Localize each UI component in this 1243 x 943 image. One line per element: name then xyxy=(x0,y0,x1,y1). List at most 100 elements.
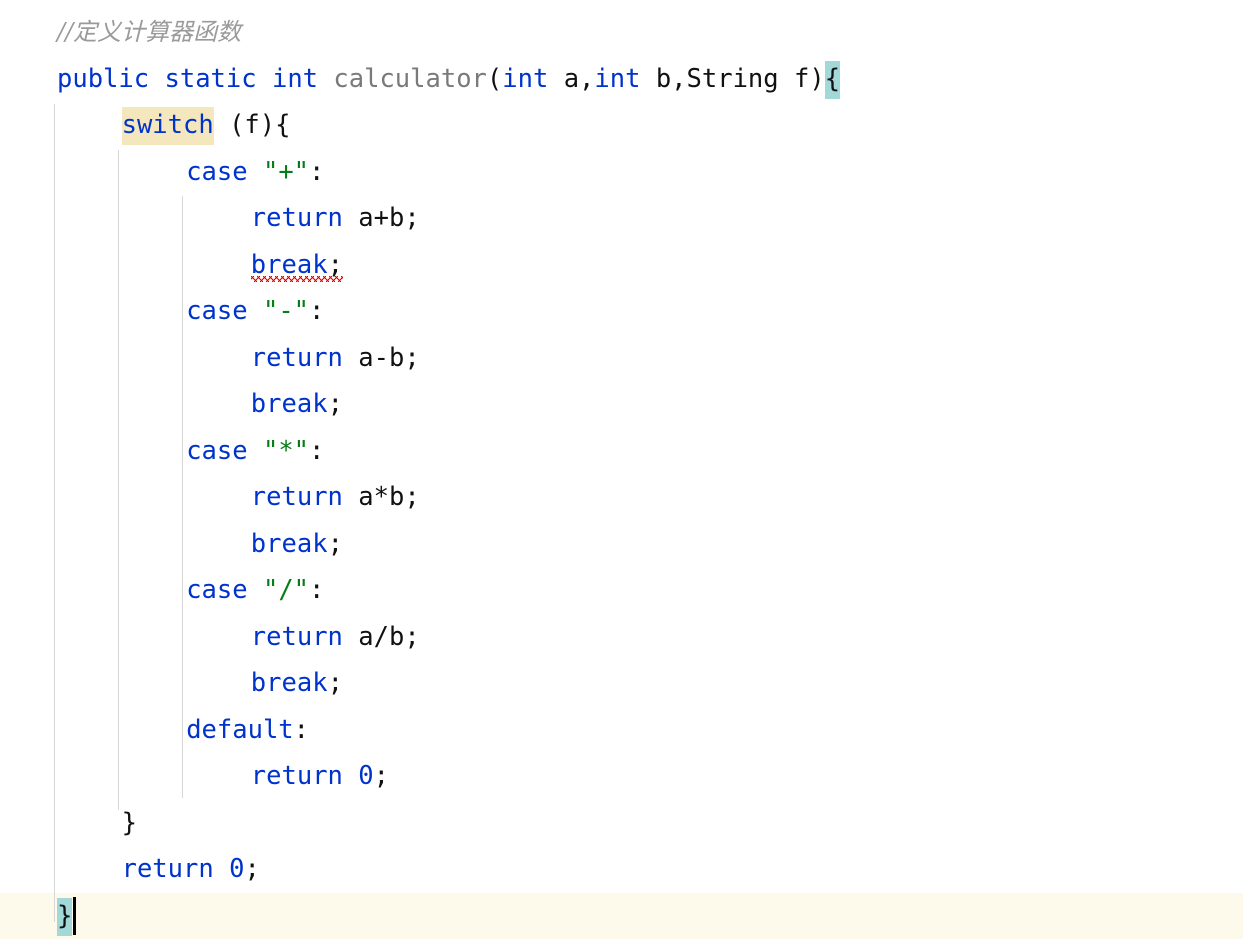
code-line[interactable]: break; xyxy=(0,660,1243,707)
code-token: public xyxy=(57,63,150,94)
code-tokens: public static int calculator(int a,int b… xyxy=(57,60,841,99)
brace-match-token: { xyxy=(824,60,841,99)
code-token: b,String f) xyxy=(640,63,825,94)
code-token: calculator xyxy=(333,63,487,94)
code-token: static xyxy=(164,63,257,94)
code-token: a+b; xyxy=(342,203,420,233)
code-tokens-error: break; xyxy=(250,250,343,282)
code-line[interactable]: case "*": xyxy=(0,428,1243,475)
code-tokens: break; xyxy=(251,668,343,698)
code-line[interactable]: case "-": xyxy=(0,288,1243,335)
code-token: a*b; xyxy=(342,482,420,512)
code-line[interactable]: break; xyxy=(0,521,1243,568)
code-token: : xyxy=(309,296,325,326)
code-tokens: } xyxy=(122,808,137,838)
code-line[interactable]: //定义计算器函数 xyxy=(0,9,1243,56)
code-tokens: case "*": xyxy=(186,436,324,466)
code-token: (f){ xyxy=(213,110,291,140)
code-token: case xyxy=(186,156,248,187)
code-token: //定义计算器函数 xyxy=(57,18,242,46)
code-tokens: return a*b; xyxy=(251,482,420,512)
code-token: case xyxy=(186,435,248,466)
code-token: a, xyxy=(548,63,595,94)
code-token: int xyxy=(502,63,549,94)
code-tokens: break; xyxy=(251,389,343,419)
code-token: ; xyxy=(327,389,343,419)
code-tokens: default: xyxy=(186,715,309,745)
code-line[interactable]: } xyxy=(0,893,1243,940)
brace-match-token: } xyxy=(57,897,73,936)
code-editor-surface[interactable]: //定义计算器函数 public static int calculator(in… xyxy=(0,0,1243,943)
code-line[interactable]: break; xyxy=(0,381,1243,428)
code-line[interactable]: public static int calculator(int a,int b… xyxy=(0,56,1243,103)
code-tokens: case "+": xyxy=(186,157,324,187)
code-token: return xyxy=(250,482,343,512)
code-line[interactable]: return a-b; xyxy=(0,335,1243,382)
code-token: int xyxy=(271,63,319,94)
code-token: return xyxy=(250,621,343,652)
code-token: default xyxy=(186,714,294,745)
code-tokens: } xyxy=(57,897,73,936)
code-token: break xyxy=(250,389,328,419)
code-token: : xyxy=(309,575,325,605)
code-tokens: case "/": xyxy=(186,575,324,605)
code-token: : xyxy=(293,714,310,745)
code-token: 0 xyxy=(358,761,374,791)
code-line[interactable]: switch (f){ xyxy=(0,102,1243,149)
code-line[interactable]: return a/b; xyxy=(0,614,1243,661)
code-token: } xyxy=(121,807,137,838)
code-token: int xyxy=(594,63,641,94)
code-line[interactable]: return 0; xyxy=(0,846,1243,893)
code-line[interactable]: default: xyxy=(0,707,1243,754)
code-tokens: case "-": xyxy=(186,296,324,326)
code-token: "-" xyxy=(262,296,310,326)
code-tokens: switch (f){ xyxy=(121,107,291,145)
code-token: : xyxy=(309,156,325,187)
code-token: ; xyxy=(373,761,389,791)
code-token: "/" xyxy=(262,575,310,605)
code-line[interactable]: return 0; xyxy=(0,753,1243,800)
code-token: ; xyxy=(327,528,343,559)
code-tokens: return 0; xyxy=(251,761,389,791)
code-token: ; xyxy=(327,668,343,698)
code-token: a/b; xyxy=(342,621,420,652)
code-token: return xyxy=(250,203,343,233)
code-line[interactable]: break; xyxy=(0,242,1243,289)
code-line[interactable]: return a+b; xyxy=(0,195,1243,242)
code-token: 0 xyxy=(229,854,245,884)
code-tokens: return a/b; xyxy=(251,622,420,652)
code-tokens: break; xyxy=(251,529,343,559)
code-tokens: return a-b; xyxy=(251,343,420,373)
code-token: ( xyxy=(486,63,503,94)
code-tokens: return a+b; xyxy=(251,203,420,233)
code-line[interactable]: case "/": xyxy=(0,567,1243,614)
code-token: ; xyxy=(244,854,260,884)
code-token: "+" xyxy=(262,156,310,187)
highlighted-identifier-token: switch xyxy=(121,107,214,145)
code-line[interactable]: } xyxy=(0,800,1243,847)
code-tokens: return 0; xyxy=(122,854,260,884)
code-token: a-b; xyxy=(342,342,420,373)
code-token: return xyxy=(121,854,214,884)
code-line[interactable]: case "+": xyxy=(0,149,1243,196)
code-token: "*" xyxy=(262,435,310,466)
error-squiggle-underline xyxy=(250,275,343,282)
code-token: return xyxy=(250,761,343,791)
code-token: break xyxy=(250,528,328,559)
code-line[interactable]: return a*b; xyxy=(0,474,1243,521)
code-token: break xyxy=(250,668,328,698)
code-token: : xyxy=(309,435,325,466)
text-caret xyxy=(73,896,77,935)
code-token: case xyxy=(186,575,248,605)
code-tokens: //定义计算器函数 xyxy=(57,18,241,46)
code-token: case xyxy=(186,296,248,326)
code-token: return xyxy=(250,342,343,373)
